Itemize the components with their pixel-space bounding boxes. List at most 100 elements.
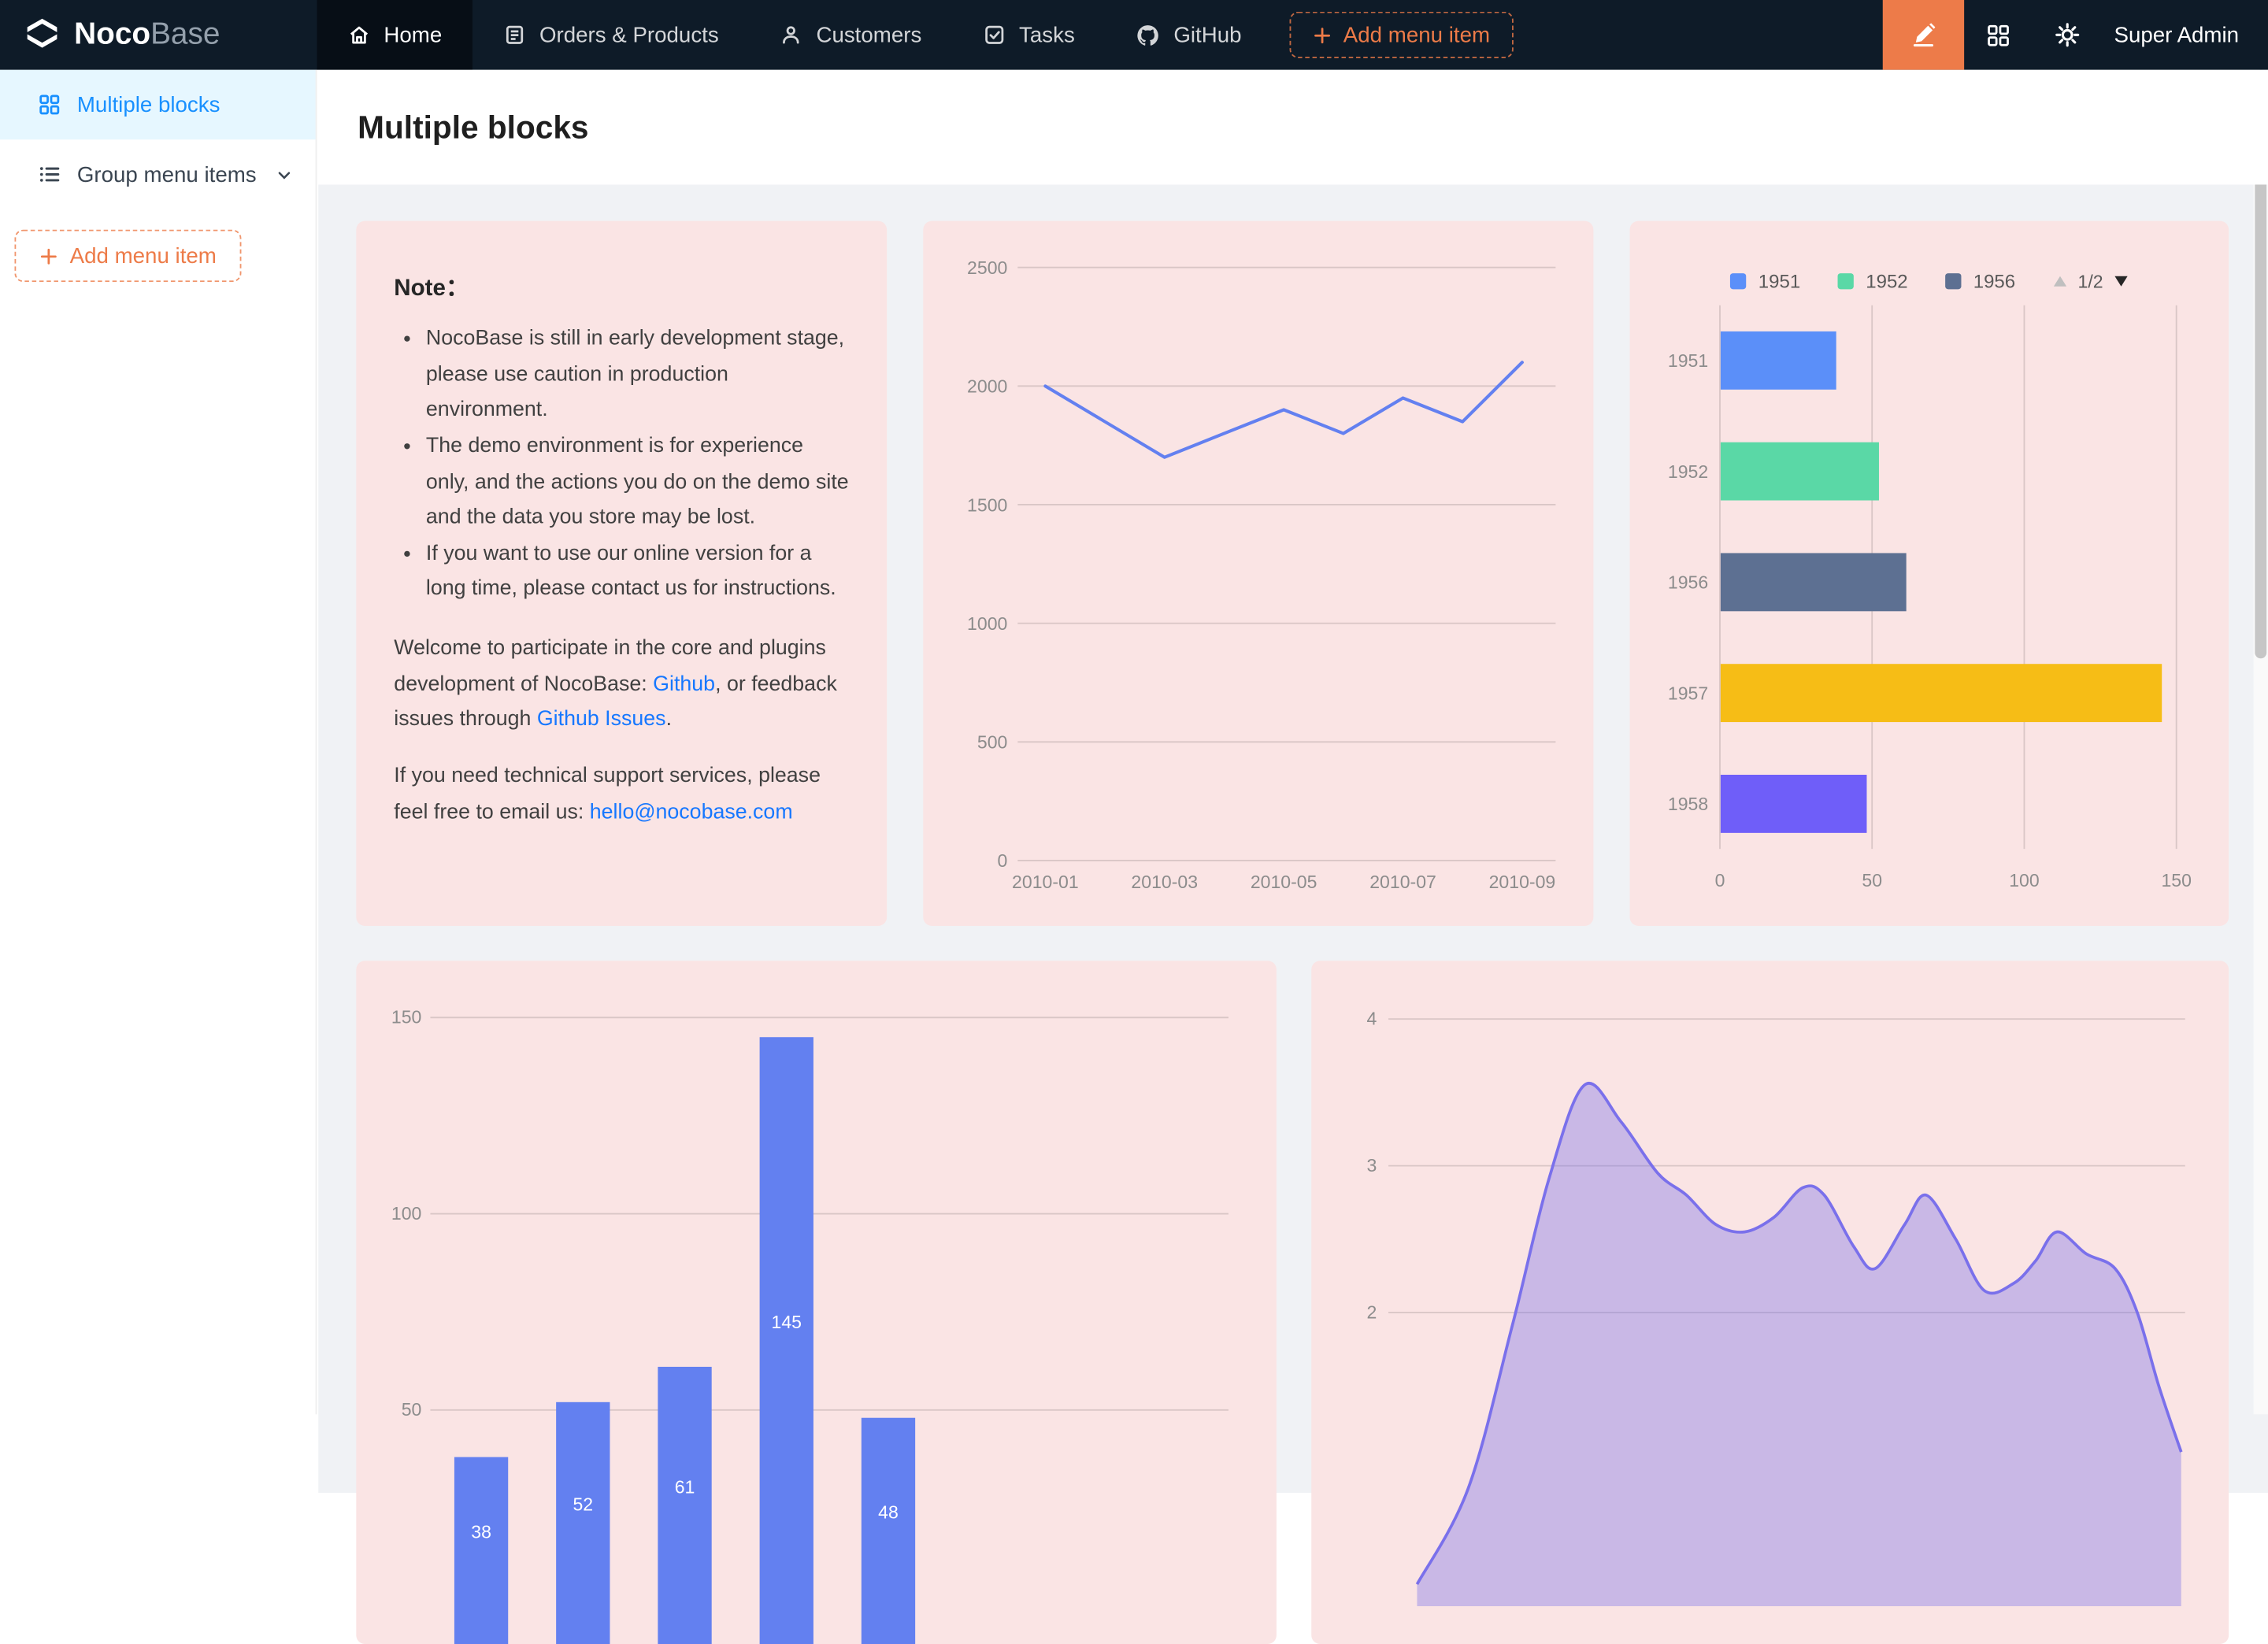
legend-label: 1951 (1758, 270, 1800, 292)
list-icon (38, 163, 61, 187)
sidebar-item-group-menu-items[interactable]: Group menu items (0, 139, 316, 209)
legend-pager-down-icon[interactable] (2114, 275, 2128, 288)
top-bar: NocoBase Home Orders & Products Customer… (0, 0, 2268, 70)
svg-text:100: 100 (2009, 870, 2039, 890)
logo[interactable]: NocoBase (0, 0, 317, 70)
legend-item[interactable]: 1951 (1731, 270, 1800, 292)
orders-icon (503, 24, 527, 47)
svg-text:48: 48 (878, 1502, 899, 1523)
brand-name: NocoBase (74, 17, 220, 52)
note-bullet-list: NocoBase is still in early development s… (426, 321, 849, 608)
nav-item-label: Customers (816, 23, 921, 47)
nav-item-github[interactable]: GitHub (1106, 0, 1273, 70)
legend-item[interactable]: 1956 (1946, 270, 2015, 292)
add-menu-item-label: Add menu item (1343, 23, 1490, 47)
main-nav: Home Orders & Products Customers Tasks (317, 0, 1513, 70)
svg-text:2: 2 (1366, 1302, 1377, 1322)
nav-item-label: Tasks (1019, 23, 1075, 47)
svg-text:61: 61 (675, 1476, 695, 1497)
note-title: Note： (394, 268, 849, 302)
legend-pager-up-icon[interactable] (2053, 275, 2067, 288)
nav-item-orders-products[interactable]: Orders & Products (472, 0, 749, 70)
plus-icon (1313, 25, 1332, 44)
legend-item[interactable]: 1952 (1838, 270, 1907, 292)
svg-text:100: 100 (391, 1203, 421, 1224)
svg-text:1958: 1958 (1668, 794, 1708, 814)
nav-item-home[interactable]: Home (317, 0, 472, 70)
line-chart: 050010001500200025002010-012010-032010-0… (923, 221, 1593, 926)
nav-item-label: Home (384, 23, 442, 47)
chart-legend: 1951 1952 1956 1/2 (1630, 270, 2229, 292)
highlighter-pen-icon (1910, 22, 1936, 48)
github-link[interactable]: Github (653, 672, 715, 696)
home-icon (347, 24, 371, 47)
svg-text:500: 500 (977, 732, 1007, 753)
note-bullet: The demo environment is for experience o… (426, 428, 849, 535)
area-chart-block: 2 3 4 (1311, 961, 2229, 1644)
note-welcome-paragraph: Welcome to participate in the core and p… (394, 631, 849, 738)
svg-text:1957: 1957 (1668, 683, 1708, 703)
note-support-paragraph: If you need technical support services, … (394, 759, 849, 831)
nav-item-customers[interactable]: Customers (750, 0, 953, 70)
note-bullet: NocoBase is still in early development s… (426, 321, 849, 428)
svg-text:4: 4 (1366, 1009, 1377, 1029)
grid-icon (38, 93, 61, 117)
svg-text:1500: 1500 (967, 494, 1007, 515)
note-bullet: If you want to use our online version fo… (426, 536, 849, 608)
svg-text:0: 0 (1715, 870, 1725, 890)
svg-text:150: 150 (391, 1007, 421, 1028)
nocobase-logo-icon (24, 16, 61, 54)
top-bar-right: Super Admin (1883, 0, 2268, 70)
svg-text:50: 50 (402, 1399, 422, 1420)
nav-item-label: Orders & Products (539, 23, 719, 47)
area-chart: 2 3 4 (1311, 961, 2229, 1644)
svg-text:3: 3 (1366, 1155, 1377, 1176)
plus-icon (39, 246, 58, 265)
sidebar: Multiple blocks Group menu items Add men… (0, 70, 317, 1415)
tasks-icon (983, 24, 1006, 47)
svg-text:2500: 2500 (967, 257, 1007, 278)
github-icon (1136, 23, 1160, 47)
legend-label: 1952 (1866, 270, 1907, 292)
user-menu[interactable]: Super Admin (2103, 23, 2268, 47)
legend-swatch (1838, 273, 1854, 289)
legend-swatch (1946, 273, 1962, 289)
add-menu-item-button-sidebar[interactable]: Add menu item (14, 230, 241, 282)
email-link[interactable]: hello@nocobase.com (590, 801, 793, 824)
sidebar-item-multiple-blocks[interactable]: Multiple blocks (0, 70, 316, 140)
svg-text:2010-01: 2010-01 (1012, 872, 1079, 892)
svg-text:0: 0 (998, 850, 1008, 871)
customers-icon (780, 24, 803, 47)
horizontal-bar-chart: 0 50 100 150 1951 1952 1956 1957 1958 (1630, 221, 2229, 926)
svg-text:2010-05: 2010-05 (1251, 872, 1317, 892)
legend-pager: 1/2 (2053, 271, 2128, 291)
svg-text:50: 50 (1862, 870, 1882, 890)
content-area: Note： NocoBase is still in early develop… (318, 184, 2268, 1493)
github-issues-link[interactable]: Github Issues (537, 709, 666, 732)
svg-text:1951: 1951 (1668, 350, 1708, 371)
legend-label: 1956 (1973, 270, 2015, 292)
svg-text:38: 38 (471, 1522, 491, 1542)
sidebar-item-label: Multiple blocks (77, 92, 220, 117)
svg-text:2010-07: 2010-07 (1369, 872, 1436, 892)
nav-item-tasks[interactable]: Tasks (952, 0, 1105, 70)
add-menu-item-button-header[interactable]: Add menu item (1289, 12, 1513, 58)
app: NocoBase Home Orders & Products Customer… (0, 0, 2268, 1414)
text: . (666, 709, 672, 732)
svg-text:150: 150 (2161, 870, 2191, 890)
apps-grid-icon (1986, 23, 2010, 47)
page-header: Multiple blocks (318, 70, 2268, 185)
settings-button[interactable] (2033, 0, 2103, 70)
svg-text:52: 52 (573, 1494, 593, 1515)
svg-text:1000: 1000 (967, 613, 1007, 634)
line-chart-block: 050010001500200025002010-012010-032010-0… (923, 221, 1593, 926)
nav-item-label: GitHub (1173, 23, 1241, 47)
svg-text:1956: 1956 (1668, 572, 1708, 593)
legend-pager-text: 1/2 (2077, 271, 2103, 291)
apps-grid-button[interactable] (1964, 0, 2033, 70)
ui-editor-button[interactable] (1883, 0, 1964, 70)
horizontal-bar-chart-block: 1951 1952 1956 1/2 (1630, 221, 2229, 926)
scrollbar[interactable] (2254, 70, 2268, 1415)
gear-icon (2055, 22, 2081, 48)
vertical-bar-chart: 5010015038526114548 (356, 961, 1277, 1644)
